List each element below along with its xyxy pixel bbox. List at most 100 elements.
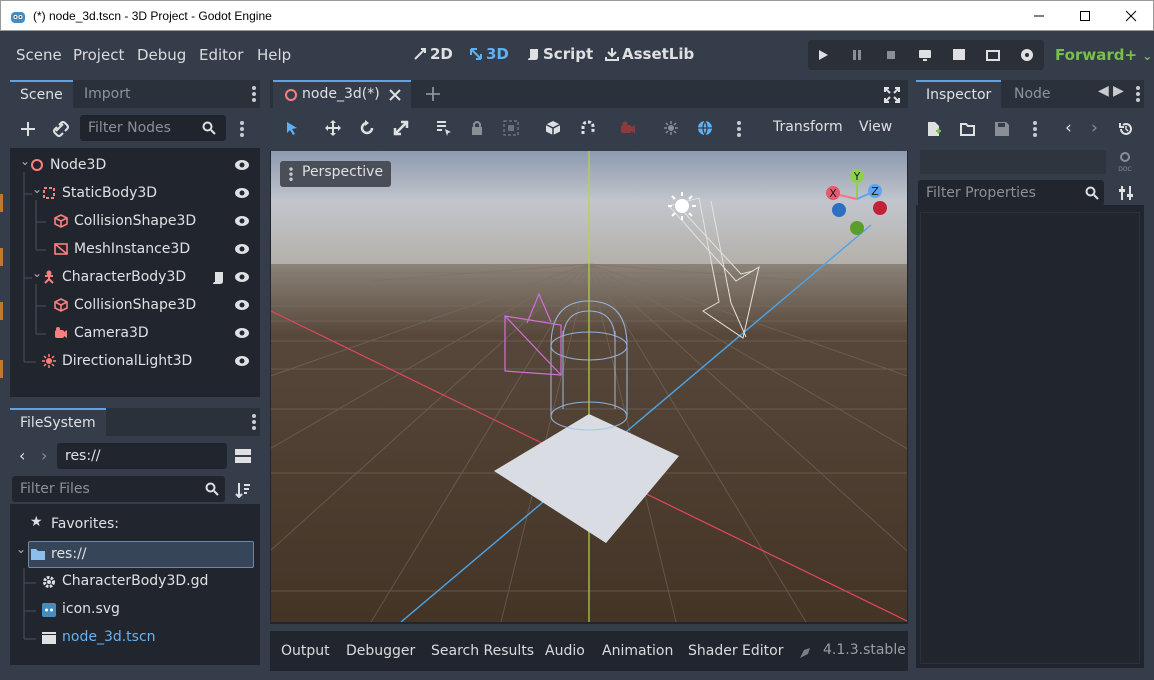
stop-icon[interactable] (883, 47, 899, 63)
viewport-canvas: Y Z X (271, 151, 907, 622)
fullscreen-icon[interactable] (884, 87, 900, 103)
play-custom-scene-icon[interactable] (985, 47, 1001, 63)
node3d-icon (285, 89, 297, 101)
new-resource-icon[interactable] (927, 121, 941, 137)
dock-move-right-icon[interactable]: ▶ (1113, 83, 1124, 99)
snap-icon[interactable] (580, 120, 596, 136)
visibility-eye-icon[interactable] (234, 159, 250, 171)
history-forward-icon[interactable]: › (1091, 118, 1098, 138)
maximize-button[interactable] (1062, 1, 1108, 31)
workspace-script-button[interactable]: Script (526, 45, 593, 63)
menu-debug[interactable]: Debug (137, 46, 186, 64)
3d-viewport[interactable]: Y Z X Perspective (271, 151, 907, 622)
tab-shader-editor[interactable]: Shader Editor (688, 643, 783, 659)
doc-search-icon[interactable]: DOC (1117, 152, 1133, 172)
play-scene-icon[interactable] (951, 47, 967, 63)
title-bar: (*) node_3d.tscn - 3D Project - Godot En… (0, 0, 1154, 31)
list-select-icon[interactable] (436, 120, 452, 136)
resource-options-icon[interactable] (1033, 121, 1037, 139)
path-field[interactable]: res:// (57, 443, 227, 469)
filter-files-input[interactable]: Filter Files (12, 476, 225, 502)
close-window-button[interactable] (1108, 1, 1154, 31)
tree-guide-lines (23, 172, 46, 363)
object-selector[interactable] (920, 150, 1106, 174)
forward-arrow-icon[interactable]: › (41, 446, 47, 465)
property-settings-icon[interactable] (1119, 185, 1133, 201)
scene-options-icon[interactable] (240, 121, 244, 139)
tab-animation[interactable]: Animation (602, 643, 673, 659)
tab-node3d-scene[interactable]: node_3d(*) (273, 80, 411, 108)
remote-debug-icon[interactable] (917, 47, 933, 63)
visibility-eye-icon[interactable] (234, 187, 250, 199)
update-spinner-icon[interactable] (798, 646, 812, 660)
scene-dock-menu-icon[interactable] (252, 86, 256, 104)
group-icon[interactable] (503, 120, 519, 136)
filesystem-menu-icon[interactable] (252, 414, 256, 432)
transform-menu[interactable]: Transform (773, 119, 843, 135)
tab-inspector[interactable]: Inspector (916, 80, 1002, 108)
tab-scene[interactable]: Scene (10, 80, 73, 108)
filter-properties-input[interactable]: Filter Properties (918, 180, 1104, 206)
instance-scene-icon[interactable] (53, 121, 69, 137)
back-arrow-icon[interactable]: ‹ (19, 446, 25, 465)
history-icon[interactable] (1119, 122, 1133, 136)
visibility-eye-icon[interactable] (234, 355, 250, 367)
lock-icon[interactable] (469, 120, 485, 136)
star-icon: ★ (30, 514, 43, 530)
sort-icon[interactable] (235, 482, 251, 498)
script-attached-icon[interactable] (212, 271, 224, 285)
chevron-down-icon[interactable]: ⌄ (16, 542, 26, 556)
image-icon (42, 603, 56, 617)
scale-tool-icon[interactable] (393, 120, 409, 136)
menu-scene[interactable]: Scene (16, 46, 62, 64)
tab-audio[interactable]: Audio (545, 643, 585, 659)
view-menu[interactable]: View (859, 119, 892, 135)
tab-debugger[interactable]: Debugger (346, 643, 415, 659)
tab-import[interactable]: Import (74, 80, 140, 108)
svg-text:DOC: DOC (1118, 166, 1132, 172)
close-icon[interactable] (389, 89, 401, 101)
movie-maker-icon[interactable] (1019, 47, 1035, 63)
perspective-menu[interactable]: Perspective (280, 161, 392, 187)
split-mode-icon[interactable] (235, 449, 251, 463)
dock-move-left-icon[interactable]: ◀ (1098, 83, 1109, 99)
environment-preview-icon[interactable] (697, 120, 713, 136)
visibility-eye-icon[interactable] (234, 271, 250, 283)
visibility-eye-icon[interactable] (234, 243, 250, 255)
visibility-eye-icon[interactable] (234, 327, 250, 339)
save-icon[interactable] (994, 121, 1010, 137)
renderer-select[interactable]: Forward+ ⌄ (1055, 46, 1152, 64)
gear-icon (43, 576, 55, 588)
rotate-tool-icon[interactable] (359, 120, 375, 136)
tab-output[interactable]: Output (281, 643, 330, 659)
select-tool-icon[interactable] (284, 120, 300, 136)
tab-filesystem[interactable]: FileSystem (10, 408, 106, 436)
visibility-eye-icon[interactable] (234, 215, 250, 227)
history-back-icon[interactable]: ‹ (1065, 118, 1072, 138)
workspace-2d-button[interactable]: 2D (413, 45, 453, 63)
pause-icon[interactable] (849, 47, 865, 63)
workspace-assetlib-button[interactable]: AssetLib (605, 45, 694, 63)
menu-project[interactable]: Project (73, 46, 124, 64)
svg-text:Y: Y (853, 170, 861, 183)
local-space-icon[interactable] (545, 120, 561, 136)
add-node-icon[interactable] (20, 121, 36, 137)
preview-options-icon[interactable] (737, 121, 741, 139)
res-root-item[interactable]: res:// (28, 541, 254, 568)
camera-preview-icon[interactable] (620, 120, 636, 136)
version-label[interactable]: 4.1.3.stable (823, 642, 906, 658)
open-folder-icon[interactable] (960, 122, 976, 136)
play-icon[interactable] (815, 47, 831, 63)
tab-search-results[interactable]: Search Results (431, 643, 534, 659)
minimize-button[interactable] (1016, 1, 1062, 31)
add-tab-icon[interactable] (426, 87, 440, 101)
perspective-menu-icon (289, 167, 293, 182)
workspace-3d-button[interactable]: 3D (469, 45, 509, 63)
tab-node[interactable]: Node (1004, 80, 1061, 108)
visibility-eye-icon[interactable] (234, 299, 250, 311)
sun-preview-icon[interactable] (663, 120, 679, 136)
menu-editor[interactable]: Editor (199, 46, 243, 64)
inspector-menu-icon[interactable] (1136, 86, 1140, 104)
menu-help[interactable]: Help (257, 46, 291, 64)
move-tool-icon[interactable] (325, 120, 341, 136)
